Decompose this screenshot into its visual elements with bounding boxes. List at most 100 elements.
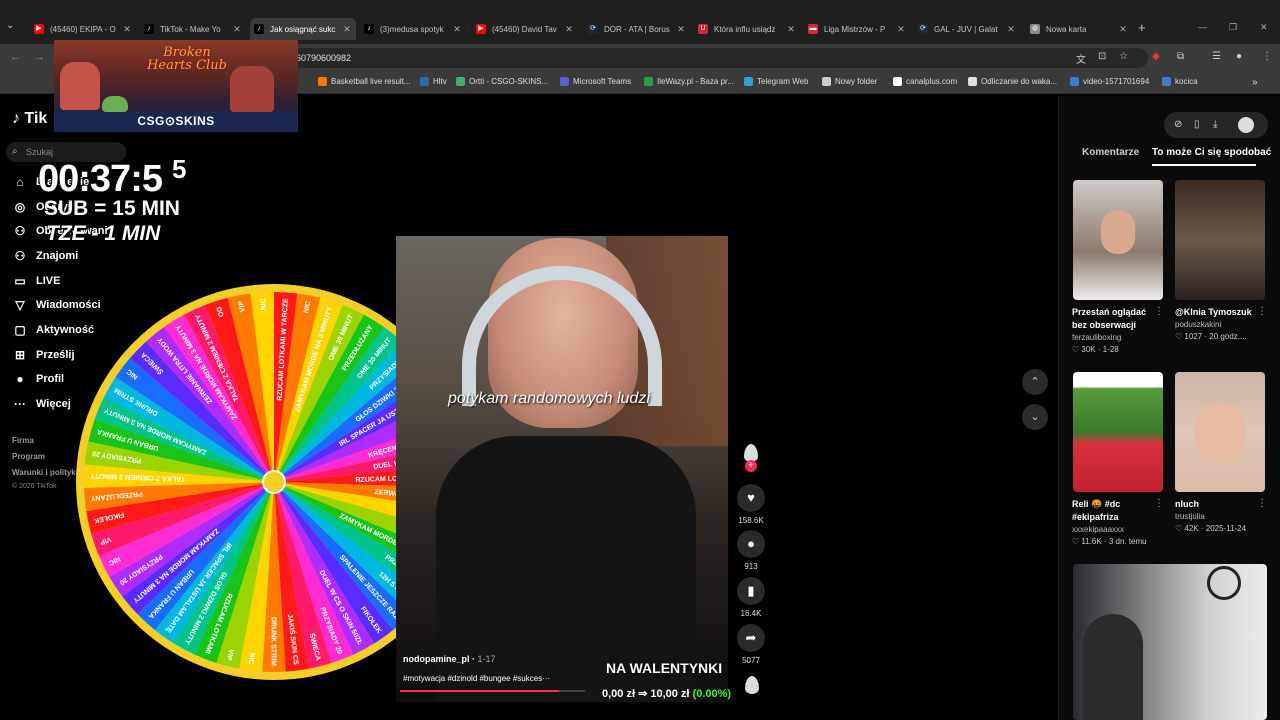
comment-button[interactable]: ● 913	[737, 530, 765, 571]
nav-item-10[interactable]: ··· Więcej	[12, 395, 71, 413]
video-progress-bar[interactable]	[400, 690, 585, 692]
card-thumb-3[interactable]	[1073, 372, 1163, 492]
rule-tz: TZE - 1 MIN	[46, 222, 161, 245]
tab-6[interactable]: ⟳ DOR - ATA | Borus ✕	[584, 18, 690, 40]
bookmark-label: Microsoft Teams	[573, 77, 632, 86]
share-icon: ➦	[737, 624, 765, 652]
extension-red-icon[interactable]: ◆	[1152, 51, 1160, 62]
tab-search-icon[interactable]: ⌄	[6, 20, 14, 31]
tab-favicon-icon: ♪	[254, 24, 264, 34]
like-button[interactable]: ♥ 158.6K	[737, 484, 765, 525]
tab-close-icon[interactable]: ✕	[122, 24, 132, 35]
address-bar[interactable]: 60790600982	[290, 48, 1148, 68]
footer-link[interactable]: Program	[12, 452, 45, 461]
install-app-icon[interactable]: ⊡	[1098, 51, 1106, 62]
tab-1[interactable]: ▶ (45460) EKIPA - O ✕	[30, 18, 136, 40]
prev-video-button[interactable]: ⌃	[1022, 369, 1048, 395]
nav-item-8[interactable]: ⊞ Prześlij	[12, 346, 75, 364]
video-player[interactable]	[396, 236, 728, 702]
bookmark-8[interactable]: canalplus.com	[893, 77, 957, 86]
bookmark-1[interactable]: Basketball live result...	[318, 77, 411, 86]
card-thumb-5-person	[1083, 614, 1143, 720]
save-button[interactable]: ▮ 16.4K	[737, 577, 765, 618]
translate-icon[interactable]: ⽂	[1076, 51, 1086, 66]
follow-plus-icon[interactable]: +	[745, 460, 757, 472]
bookmark-10[interactable]: video-1571701694	[1070, 77, 1149, 86]
tab-close-icon[interactable]: ✕	[1006, 24, 1016, 35]
card-title[interactable]: nluch	[1175, 498, 1261, 511]
bookmark-9[interactable]: Odliczanie do waka...	[968, 77, 1057, 86]
tab-5[interactable]: ▶ (45460) David Tav ✕	[472, 18, 578, 40]
nav-icon: ⌂	[16, 175, 24, 189]
tab-close-icon[interactable]: ✕	[676, 24, 686, 35]
tab-3[interactable]: ♪ Jak osiągnąć sukc ✕	[250, 18, 356, 40]
tab-9[interactable]: ⟳ GAL - JUV | Galat ✕	[914, 18, 1020, 40]
extensions-icon[interactable]: ⧉	[1177, 51, 1184, 62]
card-thumb-5[interactable]	[1073, 564, 1267, 720]
user-avatar[interactable]	[1238, 117, 1254, 133]
tab-close-icon[interactable]: ✕	[1118, 24, 1128, 35]
nav-item-5[interactable]: ▭ LIVE	[12, 272, 60, 290]
back-button[interactable]: ←	[10, 51, 21, 63]
new-tab-button[interactable]: +	[1138, 20, 1146, 35]
bookmark-11[interactable]: kocica	[1162, 77, 1198, 86]
bookmark-6[interactable]: Telegram Web	[744, 77, 808, 86]
footer-link[interactable]: Firma	[12, 436, 34, 445]
bookmark-4[interactable]: Microsoft Teams	[560, 77, 631, 86]
card-title[interactable]: Reli 🤬 #dc #ekipafriza	[1072, 498, 1158, 524]
bookmark-icon	[968, 77, 977, 86]
more-options-icon[interactable]: ⋮	[1257, 498, 1267, 509]
tab-7[interactable]: U Która influ usiądz ✕	[694, 18, 800, 40]
video-author[interactable]: nodopamine_pl · 1-17	[403, 654, 496, 664]
rule-sub: SUB = 15 MIN	[44, 197, 180, 220]
more-options-icon[interactable]: ⋮	[1257, 306, 1267, 317]
card-title[interactable]: Przestań oglądać bez obserwacji	[1072, 306, 1158, 332]
media-icon[interactable]: ☰	[1212, 51, 1221, 62]
device-icon[interactable]: ▯	[1194, 119, 1200, 130]
bookmark-icon	[420, 77, 429, 86]
tab-close-icon[interactable]: ✕	[232, 24, 242, 35]
card-title[interactable]: @Klnia Tymoszuk	[1175, 306, 1261, 319]
minimize-icon[interactable]: —	[1198, 22, 1207, 32]
footer-link[interactable]: Warunki i polityka	[12, 468, 80, 477]
download-icon[interactable]: ⤓	[1213, 119, 1217, 130]
bookmark-5[interactable]: IleWazy.pl - Baza pr...	[644, 77, 734, 86]
card-thumb-2[interactable]	[1175, 180, 1265, 300]
tab-suggested[interactable]: To może Ci się spodobać	[1152, 147, 1271, 158]
tab-4[interactable]: ♪ (3)medusa spotyk ✕	[360, 18, 466, 40]
tab-comments[interactable]: Komentarze	[1082, 147, 1139, 158]
tab-close-icon[interactable]: ✕	[564, 24, 574, 35]
next-video-button[interactable]: ⌄	[1022, 404, 1048, 430]
nav-item-4[interactable]: ⚇ Znajomi	[12, 247, 79, 265]
tab-close-icon[interactable]: ✕	[452, 24, 462, 35]
browser-menu-icon[interactable]: ⋮	[1262, 51, 1272, 62]
tab-8[interactable]: ▬ Liga Mistrzów - P ✕	[804, 18, 910, 40]
live-icon[interactable]: ⊘	[1174, 119, 1182, 130]
close-window-icon[interactable]: ✕	[1260, 22, 1268, 33]
share-button[interactable]: ➦ 5077	[737, 624, 765, 665]
nav-item-9[interactable]: ● Profil	[12, 370, 64, 388]
tiktok-logo[interactable]: ♪ Tik	[12, 110, 47, 128]
more-options-icon[interactable]: ⋮	[1154, 498, 1164, 509]
more-options-icon[interactable]: ⋮	[1154, 306, 1164, 317]
bookmark-3[interactable]: Ortti - CSGO-SKINS...	[456, 77, 548, 86]
tab-close-icon[interactable]: ✕	[342, 24, 352, 35]
bookmark-star-icon[interactable]: ☆	[1119, 51, 1128, 62]
sound-disc-icon[interactable]	[745, 676, 759, 694]
tab-2[interactable]: ♪ TikTok - Make Yo ✕	[140, 18, 246, 40]
bookmark-icon	[822, 77, 831, 86]
card-thumb-4[interactable]	[1175, 372, 1265, 492]
bookmark-7[interactable]: Nowy folder	[822, 77, 877, 86]
bookmarks-overflow-icon[interactable]: »	[1252, 77, 1258, 88]
bookmark-2[interactable]: Hltv	[420, 77, 447, 86]
tab-close-icon[interactable]: ✕	[896, 24, 906, 35]
tab-close-icon[interactable]: ✕	[786, 24, 796, 35]
video-hashtags[interactable]: #motywacja #dzinold #bungee #sukces···	[403, 674, 550, 683]
card-thumb-4-face	[1195, 402, 1245, 462]
profile-icon[interactable]: ●	[1236, 51, 1242, 62]
tab-10[interactable]: ◍ Nowa karta ✕	[1026, 18, 1132, 40]
nav-icon: ⚇	[14, 224, 26, 238]
card-thumb-1[interactable]	[1073, 180, 1163, 300]
forward-button[interactable]: →	[34, 51, 45, 63]
maximize-icon[interactable]: ❐	[1229, 22, 1237, 33]
